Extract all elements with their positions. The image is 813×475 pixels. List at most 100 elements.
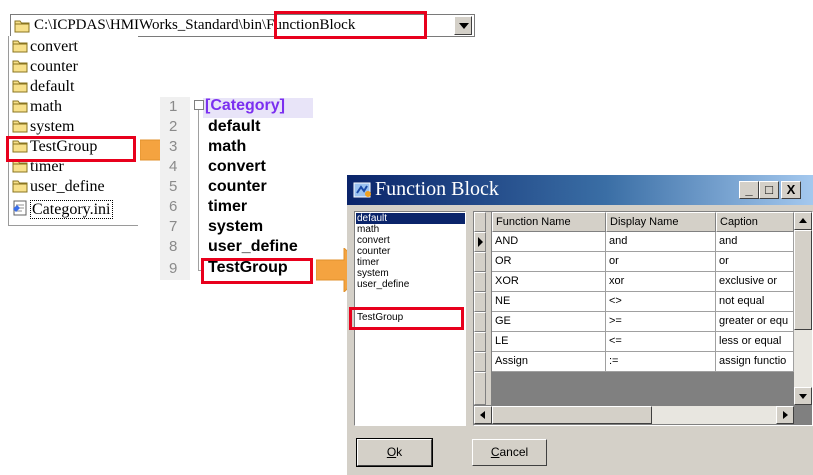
path-highlight-box bbox=[274, 11, 427, 39]
column-header-caption[interactable]: Caption bbox=[716, 212, 794, 232]
scroll-up-icon[interactable] bbox=[794, 212, 812, 230]
chevron-down-icon[interactable] bbox=[454, 16, 472, 35]
close-icon[interactable]: X bbox=[781, 181, 801, 199]
ok-mnemonic: O bbox=[387, 445, 396, 459]
cell-function-name[interactable]: XOR bbox=[492, 272, 606, 292]
folder-icon bbox=[12, 99, 29, 118]
cancel-label-rest: ancel bbox=[499, 445, 528, 459]
cell-function-name[interactable]: OR bbox=[492, 252, 606, 272]
category-item-system[interactable]: system bbox=[357, 268, 389, 279]
cell-caption[interactable]: and bbox=[716, 232, 794, 252]
cell-display-name[interactable]: <= bbox=[606, 332, 716, 352]
dialog-titlebar[interactable]: Function Block _ □ X bbox=[347, 175, 813, 205]
category-item-default[interactable]: default bbox=[356, 213, 465, 224]
folder-item-system[interactable]: system bbox=[12, 118, 74, 138]
cell-caption[interactable]: exclusive or bbox=[716, 272, 794, 292]
line-number: 7 bbox=[169, 218, 177, 235]
line-number: 1 bbox=[169, 98, 177, 115]
scroll-right-icon[interactable] bbox=[776, 406, 794, 424]
folder-label: default bbox=[30, 78, 74, 95]
row-indicator bbox=[474, 252, 486, 272]
fold-guide bbox=[198, 110, 199, 270]
row-indicator bbox=[474, 272, 486, 292]
cell-display-name[interactable]: xor bbox=[606, 272, 716, 292]
row-indicator bbox=[474, 332, 486, 352]
horizontal-scrollbar[interactable] bbox=[474, 406, 794, 424]
cell-function-name[interactable]: AND bbox=[492, 232, 606, 252]
cell-function-name[interactable]: LE bbox=[492, 332, 606, 352]
line-number: 9 bbox=[169, 260, 177, 277]
folder-item-math[interactable]: math bbox=[12, 98, 62, 118]
row-indicator bbox=[474, 372, 486, 405]
category-item-counter[interactable]: counter bbox=[357, 246, 390, 257]
cell-caption[interactable]: assign functio bbox=[716, 352, 794, 372]
code-line-category: [Category] bbox=[205, 97, 285, 115]
fold-toggle-icon[interactable] bbox=[194, 100, 204, 110]
file-label: Category.ini bbox=[30, 200, 113, 219]
code-line: counter bbox=[208, 178, 267, 196]
code-line: system bbox=[208, 218, 263, 236]
horizontal-scroll-thumb[interactable] bbox=[492, 406, 652, 424]
category-ini-editor: 1 2 3 4 5 6 7 8 9 [Category] default mat… bbox=[160, 97, 315, 280]
cell-function-name[interactable]: NE bbox=[492, 292, 606, 312]
row-indicator bbox=[474, 292, 486, 312]
cell-display-name[interactable]: := bbox=[606, 352, 716, 372]
folder-item-default[interactable]: default bbox=[12, 78, 74, 98]
column-header-display-name[interactable]: Display Name bbox=[606, 212, 716, 232]
folder-label: math bbox=[30, 98, 62, 115]
code-line: timer bbox=[208, 198, 247, 216]
category-item-math[interactable]: math bbox=[357, 224, 379, 235]
scroll-left-icon[interactable] bbox=[474, 406, 492, 424]
function-block-app-icon bbox=[353, 181, 373, 204]
ok-button[interactable]: Ok bbox=[357, 439, 432, 466]
folder-item-counter[interactable]: counter bbox=[12, 58, 78, 78]
cell-display-name[interactable]: <> bbox=[606, 292, 716, 312]
current-row-arrow-icon bbox=[475, 233, 485, 251]
row-indicator bbox=[474, 232, 486, 252]
folder-icon bbox=[12, 179, 29, 198]
folder-icon bbox=[12, 39, 29, 58]
cancel-button[interactable]: Cancel bbox=[472, 439, 547, 466]
folder-tree: convert counter default math system Test… bbox=[8, 36, 138, 226]
vertical-scrollbar[interactable] bbox=[794, 212, 812, 405]
function-block-dialog: Function Block _ □ X default math conver… bbox=[347, 175, 813, 475]
testgroup-highlight-box bbox=[6, 136, 136, 162]
folder-item-user-define[interactable]: user_define bbox=[12, 178, 105, 198]
category-item-convert[interactable]: convert bbox=[357, 235, 390, 246]
category-item-timer[interactable]: timer bbox=[357, 257, 379, 268]
column-header-function-name[interactable]: Function Name bbox=[492, 212, 606, 232]
minimize-icon[interactable]: _ bbox=[739, 181, 759, 199]
folder-icon bbox=[12, 79, 29, 98]
ini-file-icon bbox=[12, 200, 29, 221]
cell-function-name[interactable]: GE bbox=[492, 312, 606, 332]
cell-caption[interactable]: less or equal bbox=[716, 332, 794, 352]
code-testgroup-highlight-box bbox=[201, 258, 313, 284]
cell-function-name[interactable]: Assign bbox=[492, 352, 606, 372]
file-item-category-ini[interactable]: Category.ini bbox=[12, 200, 113, 220]
vertical-scroll-thumb[interactable] bbox=[794, 230, 812, 330]
folder-label: user_define bbox=[30, 178, 105, 195]
cell-caption[interactable]: or bbox=[716, 252, 794, 272]
code-line: convert bbox=[208, 158, 266, 176]
dialog-title: Function Block bbox=[375, 178, 499, 201]
cell-display-name[interactable]: >= bbox=[606, 312, 716, 332]
grid-corner bbox=[474, 212, 486, 232]
dialog-testgroup-highlight-box bbox=[349, 307, 464, 330]
folder-item-convert[interactable]: convert bbox=[12, 38, 78, 58]
folder-label: counter bbox=[30, 58, 78, 75]
function-grid[interactable]: Function Name Display Name Caption AND a… bbox=[473, 211, 813, 426]
line-number: 8 bbox=[169, 238, 177, 255]
maximize-icon[interactable]: □ bbox=[759, 181, 779, 199]
folder-label: convert bbox=[30, 38, 78, 55]
line-number: 3 bbox=[169, 138, 177, 155]
cell-display-name[interactable]: and bbox=[606, 232, 716, 252]
scroll-down-icon[interactable] bbox=[794, 387, 812, 405]
folder-label: system bbox=[30, 118, 74, 135]
cell-display-name[interactable]: or bbox=[606, 252, 716, 272]
folder-icon bbox=[12, 59, 29, 78]
cell-caption[interactable]: not equal bbox=[716, 292, 794, 312]
row-indicator bbox=[474, 352, 486, 372]
cell-caption[interactable]: greater or equ bbox=[716, 312, 794, 332]
category-item-user-define[interactable]: user_define bbox=[357, 279, 409, 290]
row-indicator bbox=[474, 312, 486, 332]
